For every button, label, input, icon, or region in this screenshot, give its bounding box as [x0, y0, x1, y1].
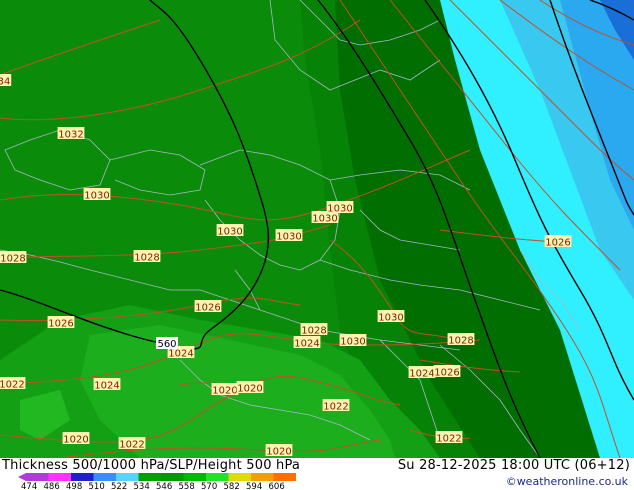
- map-title: Thickness 500/1000 hPa/SLP/Height 500 hP…: [2, 458, 301, 473]
- svg-text:1020: 1020: [266, 447, 291, 458]
- svg-text:1028: 1028: [134, 253, 159, 264]
- isobar-label: 1026: [544, 235, 572, 249]
- isobar-label: 1026: [47, 316, 75, 330]
- svg-text:1026: 1026: [48, 319, 73, 330]
- svg-text:1026: 1026: [545, 238, 570, 249]
- svg-text:1028: 1028: [448, 336, 473, 347]
- isobar-label: 1022: [435, 431, 463, 445]
- isobar-label: 1020: [236, 381, 264, 395]
- scale-swatch: [161, 473, 184, 481]
- scale-swatch: [71, 473, 94, 481]
- svg-text:1024: 1024: [94, 381, 119, 392]
- svg-text:1022: 1022: [323, 402, 348, 413]
- scale-tick-label: 486: [44, 482, 60, 489]
- scale-swatch: [228, 473, 251, 481]
- isobar-label: 1020: [265, 444, 293, 458]
- thickness-labels: 560: [156, 337, 178, 350]
- scale-swatch: [26, 473, 49, 481]
- scale-tick-label: 510: [89, 482, 105, 489]
- scale-swatch: [251, 473, 274, 481]
- scale-tick-label: 522: [111, 482, 127, 489]
- isobar-label: 1028: [133, 250, 161, 264]
- scale-tick-label: 498: [66, 482, 82, 489]
- svg-text:1028: 1028: [0, 254, 25, 265]
- scale-tick-label: 606: [269, 482, 285, 489]
- scale-swatch: [116, 473, 139, 481]
- scale-tick-label: 474: [21, 482, 37, 489]
- svg-text:34: 34: [0, 77, 10, 88]
- svg-text:1030: 1030: [217, 227, 242, 238]
- scale-swatch: [206, 473, 229, 481]
- isobar-label: 1028: [300, 323, 328, 337]
- svg-text:560: 560: [157, 339, 176, 350]
- isobar-label: 1022: [118, 437, 146, 451]
- isobar-label: 1022: [0, 377, 26, 391]
- scale-tick-label: 570: [201, 482, 217, 489]
- scale-swatch: [93, 473, 116, 481]
- isobar-label: 34: [0, 74, 12, 88]
- isobar-label: 1032: [57, 127, 85, 141]
- svg-text:1030: 1030: [312, 214, 337, 225]
- svg-text:1024: 1024: [168, 349, 193, 360]
- thickness-color-scale: 474 486 498 510 522 534 546 558 570 582 594 606: [18, 473, 296, 489]
- svg-text:1028: 1028: [301, 326, 326, 337]
- scale-swatch: [273, 473, 296, 481]
- height-contour-label: 560: [156, 337, 178, 350]
- isobar-label: 1020: [62, 432, 90, 446]
- scale-tick-label: 594: [246, 482, 262, 489]
- scale-tick-label: 558: [179, 482, 195, 489]
- isobar-label: 1030: [216, 224, 244, 238]
- isobar-label: 1030: [339, 334, 367, 348]
- isobar-label: 1022: [322, 399, 350, 413]
- svg-text:1020: 1020: [212, 386, 237, 397]
- credit-link[interactable]: ©weatheronline.co.uk: [506, 475, 628, 488]
- svg-text:1032: 1032: [58, 130, 83, 141]
- isobar-label: 1024: [293, 336, 321, 350]
- svg-text:1022: 1022: [0, 380, 25, 391]
- svg-text:1022: 1022: [436, 434, 461, 445]
- isobar-label: 1028: [447, 333, 475, 347]
- svg-text:1022: 1022: [119, 440, 144, 451]
- svg-text:1026: 1026: [434, 368, 459, 379]
- scale-swatch: [138, 473, 161, 481]
- isobar-label: 1024: [93, 378, 121, 392]
- svg-text:1020: 1020: [63, 435, 88, 446]
- svg-text:1030: 1030: [378, 313, 403, 324]
- svg-text:1026: 1026: [195, 303, 220, 314]
- isobar-label: 1030: [83, 188, 111, 202]
- isobar-label: 1030: [326, 201, 354, 215]
- scale-tick-label: 546: [156, 482, 172, 489]
- svg-text:1024: 1024: [409, 369, 434, 380]
- scale-swatch: [48, 473, 71, 481]
- scale-arrow-left: [18, 473, 26, 481]
- svg-text:1030: 1030: [276, 232, 301, 243]
- svg-text:1030: 1030: [327, 204, 352, 215]
- svg-text:1030: 1030: [340, 337, 365, 348]
- scale-tick-label: 582: [224, 482, 240, 489]
- footer-bar: Thickness 500/1000 hPa/SLP/Height 500 hP…: [0, 458, 634, 490]
- isobar-label: 1030: [377, 310, 405, 324]
- svg-text:1030: 1030: [84, 191, 109, 202]
- isobar-label: 1020: [211, 383, 239, 397]
- isobar-label: 1024: [408, 366, 436, 380]
- scale-tick-label: 534: [134, 482, 150, 489]
- isobar-label: 1028: [0, 251, 27, 265]
- valid-time: Su 28-12-2025 18:00 UTC (06+12): [397, 458, 630, 473]
- isobar-label: 1030: [275, 229, 303, 243]
- svg-text:1020: 1020: [237, 384, 262, 395]
- svg-text:1024: 1024: [294, 339, 319, 350]
- isobar-label: 1026: [433, 365, 461, 379]
- weather-map: 1032 34 1030 1030 1030 1030 1030 1030 1026 1028 10…: [0, 0, 634, 458]
- isobar-label: 1026: [194, 300, 222, 314]
- scale-swatch: [183, 473, 206, 481]
